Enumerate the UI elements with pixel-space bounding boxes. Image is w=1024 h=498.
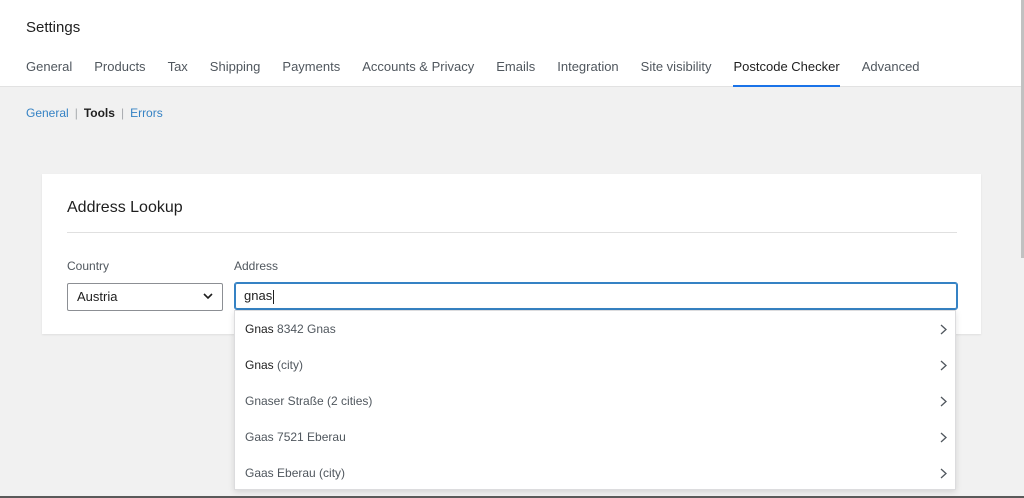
address-suggestions-dropdown: Gnas 8342 Gnas Gnas (city) Gnaser Straße…	[234, 310, 956, 490]
subnav-errors-link[interactable]: Errors	[130, 106, 163, 120]
tab-payments[interactable]: Payments	[282, 59, 340, 87]
address-label: Address	[234, 259, 279, 273]
text-caret	[273, 289, 275, 304]
suggestion-text: Gnaser Straße (2 cities)	[245, 394, 373, 408]
suggestion-text: Gaas 7521 Eberau	[245, 430, 346, 444]
subnav-general-link[interactable]: General	[26, 106, 69, 120]
subnav-separator: |	[74, 106, 78, 120]
suggestion-text: Gaas Eberau (city)	[245, 466, 346, 480]
tab-shipping[interactable]: Shipping	[210, 59, 261, 87]
chevron-down-icon	[203, 293, 213, 300]
chevron-right-icon	[940, 432, 947, 443]
tab-accounts-privacy[interactable]: Accounts & Privacy	[362, 59, 474, 87]
chevron-right-icon	[940, 468, 947, 479]
chevron-right-icon	[940, 396, 947, 407]
suggestion-item[interactable]: Gnas 8342 Gnas	[235, 311, 955, 347]
suggestion-item[interactable]: Gaas 7521 Eberau	[235, 419, 955, 455]
chevron-right-icon	[940, 360, 947, 371]
tab-tax[interactable]: Tax	[168, 59, 188, 87]
tab-site-visibility[interactable]: Site visibility	[641, 59, 712, 87]
suggestion-match: Gnas	[245, 358, 274, 372]
suggestion-item[interactable]: Gnas (city)	[235, 347, 955, 383]
tab-advanced[interactable]: Advanced	[862, 59, 920, 87]
suggestion-text: 8342 Gnas	[273, 322, 336, 336]
tab-products[interactable]: Products	[94, 59, 145, 87]
suggestion-text: (city)	[273, 358, 304, 372]
settings-tabs: General Products Tax Shipping Payments A…	[26, 59, 942, 87]
country-select-value: Austria	[77, 289, 118, 304]
settings-header: Settings General Products Tax Shipping P…	[0, 0, 1024, 87]
card-title: Address Lookup	[67, 199, 183, 216]
subnav-separator: |	[120, 106, 125, 120]
address-input[interactable]: gnas	[234, 282, 958, 310]
address-input-value: gnas	[244, 288, 273, 303]
country-select[interactable]: Austria	[67, 283, 223, 311]
sub-navigation: General | Tools | Errors	[26, 106, 163, 120]
chevron-right-icon	[940, 324, 947, 335]
subnav-tools-current: Tools	[83, 106, 115, 120]
tab-integration[interactable]: Integration	[557, 59, 618, 87]
country-label: Country	[67, 259, 110, 273]
tab-emails[interactable]: Emails	[496, 59, 535, 87]
suggestion-match: Gnas	[245, 322, 274, 336]
suggestion-item[interactable]: Gnaser Straße (2 cities)	[235, 383, 955, 419]
tab-postcode-checker[interactable]: Postcode Checker	[733, 59, 840, 87]
tab-general[interactable]: General	[26, 59, 72, 87]
card-divider	[67, 232, 957, 233]
page-title: Settings	[26, 19, 81, 36]
suggestion-item[interactable]: Gaas Eberau (city)	[235, 455, 955, 491]
